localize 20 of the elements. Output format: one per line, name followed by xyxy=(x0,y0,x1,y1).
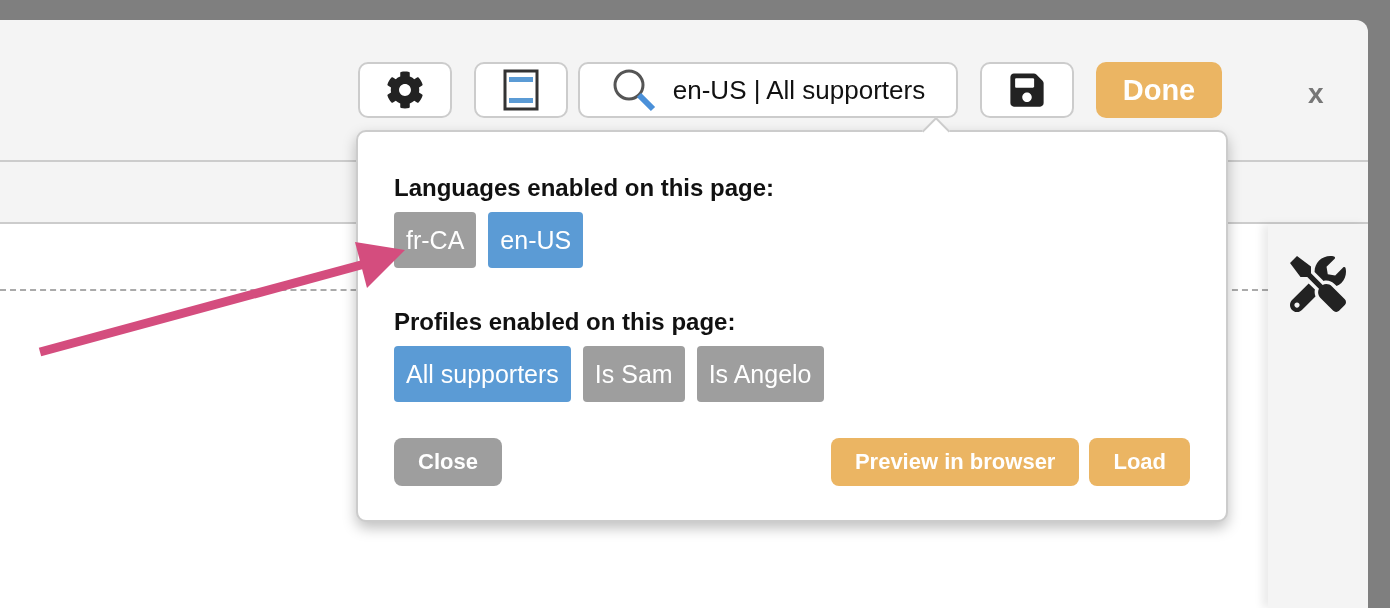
exit-button[interactable]: x xyxy=(1304,78,1328,108)
tools-icon xyxy=(1290,256,1346,312)
load-button[interactable]: Load xyxy=(1089,438,1190,486)
section-title: Profiles enabled on this page: xyxy=(394,307,737,337)
tag-chip[interactable]: fr-CA xyxy=(394,212,477,268)
search-button[interactable]: en-US | All supporters xyxy=(578,62,958,118)
settings-button[interactable] xyxy=(358,62,452,118)
tag-chip[interactable]: All supporters xyxy=(394,346,571,402)
preview-button[interactable]: Preview in browser xyxy=(830,438,1080,486)
section-title: Languages enabled on this page: xyxy=(394,173,776,203)
save-icon xyxy=(1008,71,1046,109)
tag-chip[interactable]: Is Angelo xyxy=(696,346,824,402)
dismiss-button[interactable]: Close xyxy=(394,438,502,486)
tag-chip[interactable]: Is Sam xyxy=(582,346,685,402)
layout-icon xyxy=(503,69,539,111)
settings-icon xyxy=(386,71,424,109)
tag-chip[interactable]: en-US xyxy=(488,212,584,268)
done-button[interactable]: Done xyxy=(1096,62,1222,118)
save-button[interactable] xyxy=(980,62,1074,118)
layout-button[interactable] xyxy=(474,62,568,118)
